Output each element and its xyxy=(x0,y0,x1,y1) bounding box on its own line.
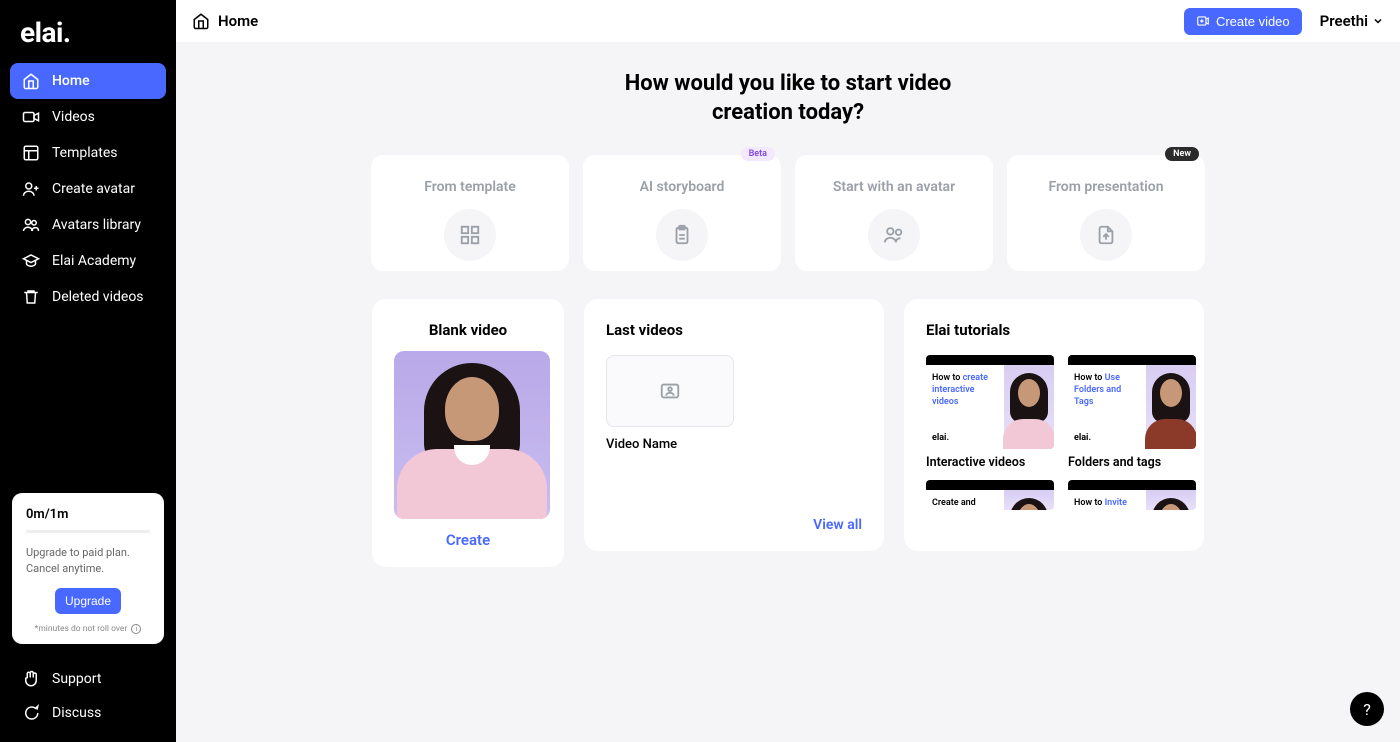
support-icon xyxy=(22,670,40,688)
main: Home Create video Preethi How would you … xyxy=(176,0,1400,742)
video-icon xyxy=(22,108,40,126)
sidebar-item-academy[interactable]: Elai Academy xyxy=(10,243,166,279)
panels-row: Blank video Create Last videos Video Nam… xyxy=(176,299,1400,567)
start-card-avatar[interactable]: Start with an avatar xyxy=(795,155,993,271)
start-card-presentation[interactable]: New From presentation xyxy=(1007,155,1205,271)
id-card-icon xyxy=(659,380,681,402)
upgrade-footnote: *minutes do not roll over i xyxy=(26,624,150,634)
upgrade-text: Upgrade to paid plan. Cancel anytime. xyxy=(26,545,150,576)
grid-icon xyxy=(444,209,496,261)
video-thumbnail xyxy=(606,355,734,427)
sidebar-item-home[interactable]: Home xyxy=(10,63,166,99)
sidebar: elai. Home Videos Templates Create avata… xyxy=(0,0,176,742)
start-card-title: From template xyxy=(424,179,516,195)
sidebar-item-label: Deleted videos xyxy=(52,289,144,305)
trash-icon xyxy=(22,288,40,306)
create-video-button[interactable]: Create video xyxy=(1184,8,1302,35)
user-menu[interactable]: Preethi xyxy=(1320,12,1384,30)
beta-badge: Beta xyxy=(741,147,775,161)
tutorial-thumb: How to Invite your xyxy=(1068,480,1196,510)
tutorial-item[interactable]: How to Invite your xyxy=(1068,480,1196,510)
home-icon xyxy=(192,12,210,30)
tutorial-item[interactable]: How to Use Folders and Tags elai. Folder… xyxy=(1068,355,1196,470)
start-card-title: AI storyboard xyxy=(640,179,725,195)
panel-title: Blank video xyxy=(394,321,542,339)
sidebar-item-avatars-library[interactable]: Avatars library xyxy=(10,207,166,243)
sidebar-item-label: Videos xyxy=(52,109,95,125)
sidebar-item-label: Support xyxy=(52,671,101,687)
panel-title: Elai tutorials xyxy=(926,321,1182,339)
start-card-template[interactable]: From template xyxy=(371,155,569,271)
tutorial-label: Interactive videos xyxy=(926,455,1054,470)
avatars-library-icon xyxy=(22,216,40,234)
home-icon xyxy=(22,72,40,90)
upgrade-card: 0m/1m Upgrade to paid plan. Cancel anyti… xyxy=(12,493,164,644)
tutorial-item[interactable]: How to create interactive videos elai. I… xyxy=(926,355,1054,470)
panel-blank-video: Blank video Create xyxy=(372,299,564,567)
primary-nav: Home Videos Templates Create avatar Avat… xyxy=(10,63,166,493)
sidebar-item-templates[interactable]: Templates xyxy=(10,135,166,171)
brand-logo: elai. xyxy=(10,12,166,63)
sidebar-item-label: Elai Academy xyxy=(52,253,136,269)
upgrade-minutes: 0m/1m xyxy=(26,507,150,522)
topbar: Home Create video Preethi xyxy=(176,0,1400,42)
tutorial-label: Folders and tags xyxy=(1068,455,1196,470)
chevron-down-icon xyxy=(1372,15,1384,27)
hero: How would you like to start video creati… xyxy=(588,70,988,127)
video-name: Video Name xyxy=(606,437,862,452)
help-fab[interactable]: ? xyxy=(1350,692,1384,726)
view-all-link[interactable]: View all xyxy=(606,517,862,533)
panel-tutorials: Elai tutorials How to create interactive… xyxy=(904,299,1204,551)
bottom-nav: Support Discuss xyxy=(10,662,166,730)
panel-last-videos: Last videos Video Name View all xyxy=(584,299,884,551)
create-blank-button[interactable]: Create xyxy=(394,531,542,549)
content-area: How would you like to start video creati… xyxy=(176,42,1400,742)
video-item[interactable]: Video Name xyxy=(606,355,862,452)
user-name: Preethi xyxy=(1320,12,1368,30)
breadcrumb-label: Home xyxy=(218,12,258,30)
upgrade-progress-bar xyxy=(26,530,150,533)
info-icon[interactable]: i xyxy=(131,624,141,634)
start-card-title: From presentation xyxy=(1048,179,1163,195)
sidebar-item-create-avatar[interactable]: Create avatar xyxy=(10,171,166,207)
sidebar-item-label: Templates xyxy=(52,145,118,161)
create-video-icon xyxy=(1196,14,1210,28)
file-upload-icon xyxy=(1080,209,1132,261)
discuss-icon xyxy=(22,704,40,722)
sidebar-item-videos[interactable]: Videos xyxy=(10,99,166,135)
hero-title: How would you like to start video creati… xyxy=(588,70,988,127)
start-card-storyboard[interactable]: Beta AI storyboard xyxy=(583,155,781,271)
start-cards-row: From template Beta AI storyboard Start w… xyxy=(176,155,1400,271)
sidebar-item-discuss[interactable]: Discuss xyxy=(10,696,166,730)
sidebar-item-label: Avatars library xyxy=(52,217,141,233)
people-icon xyxy=(868,209,920,261)
new-badge: New xyxy=(1165,147,1199,161)
tutorial-item[interactable]: Create and Publish xyxy=(926,480,1054,510)
clipboard-icon xyxy=(656,209,708,261)
panel-title: Last videos xyxy=(606,321,862,339)
sidebar-item-deleted[interactable]: Deleted videos xyxy=(10,279,166,315)
breadcrumb: Home xyxy=(192,12,258,30)
sidebar-item-label: Home xyxy=(52,73,90,89)
avatar-preview[interactable] xyxy=(394,351,550,519)
tutorial-thumb: Create and Publish xyxy=(926,480,1054,510)
create-avatar-icon xyxy=(22,180,40,198)
start-card-title: Start with an avatar xyxy=(833,179,955,195)
upgrade-button[interactable]: Upgrade xyxy=(55,588,121,614)
academy-icon xyxy=(22,252,40,270)
tutorial-thumb: How to create interactive videos elai. xyxy=(926,355,1054,449)
templates-icon xyxy=(22,144,40,162)
sidebar-item-support[interactable]: Support xyxy=(10,662,166,696)
tutorial-thumb: How to Use Folders and Tags elai. xyxy=(1068,355,1196,449)
sidebar-item-label: Discuss xyxy=(52,705,101,721)
sidebar-item-label: Create avatar xyxy=(52,181,135,197)
